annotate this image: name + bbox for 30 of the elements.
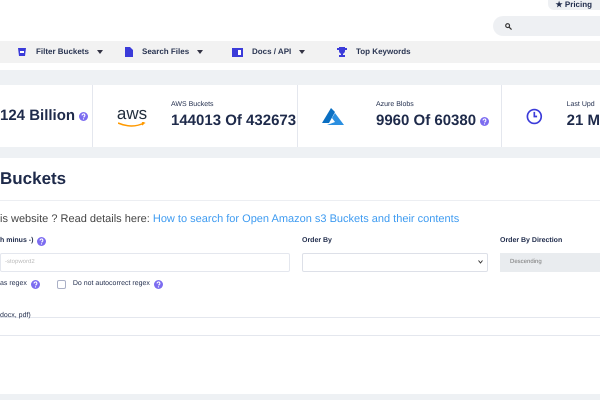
stat-value: 124 Billion — [0, 104, 88, 128]
caret-icon — [96, 50, 103, 54]
azure-logo-icon — [322, 108, 344, 124]
nav-menu-item[interactable]: Top Keywords — [337, 46, 437, 58]
intro-text: is website ? Read details here: How to search for Open Amazon s3 Buckets and their contents — [0, 212, 460, 227]
search-field[interactable] — [493, 16, 600, 36]
help-icon[interactable] — [480, 116, 490, 126]
stat-value: 21 M — [566, 111, 600, 131]
page-title: Buckets — [0, 168, 66, 190]
bucket-icon — [17, 47, 27, 57]
nav-menu-item[interactable]: Filter Buckets — [17, 46, 125, 58]
book-icon — [232, 48, 243, 56]
pricing-button[interactable]: ★ Pricing — [548, 0, 600, 10]
help-icon[interactable] — [37, 237, 46, 246]
trophy-icon — [337, 47, 347, 57]
checkbox[interactable] — [56, 280, 66, 289]
stat-value: 9960 Of 60380 — [376, 110, 490, 132]
nav-menu-item[interactable]: Docs / API — [232, 46, 337, 58]
help-icon[interactable] — [79, 112, 88, 120]
help-icon[interactable] — [30, 280, 40, 289]
help-icon[interactable] — [154, 280, 163, 289]
clock-icon — [526, 108, 543, 124]
file-icon — [125, 47, 133, 57]
caret-icon — [299, 50, 306, 54]
extensions-field[interactable] — [0, 316, 600, 336]
chevron-icon — [478, 260, 483, 264]
nav-menu-item[interactable]: Search Files — [125, 46, 232, 58]
caret-icon — [197, 50, 204, 54]
stat-value: 144013 Of 432673 — [171, 110, 297, 132]
search-icon — [505, 22, 512, 30]
